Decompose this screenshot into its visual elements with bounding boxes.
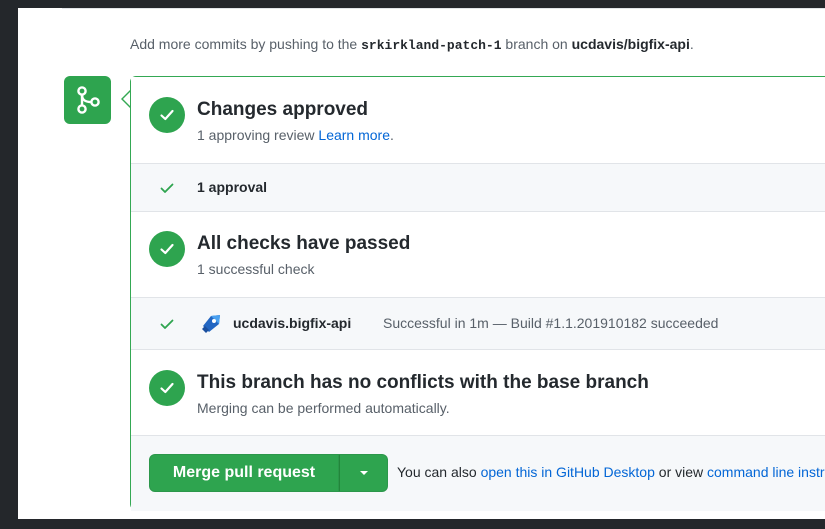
- check-row[interactable]: ucdavis.bigfix-api Successful in 1m — Bu…: [131, 298, 825, 350]
- check-icon: [160, 319, 174, 329]
- branch-name[interactable]: srkirkland-patch-1: [361, 38, 501, 53]
- merge-section: Merge pull request You can also open thi…: [131, 436, 825, 511]
- checks-passed-icon: [149, 231, 185, 267]
- checks-title: All checks have passed: [197, 233, 411, 254]
- approved-check-icon: [149, 97, 185, 133]
- conflicts-title: This branch has no conflicts with the ba…: [197, 372, 649, 393]
- merge-panel-page: Add more commits by pushing to the srkir…: [18, 8, 825, 519]
- merge-status-box: Changes approved 1 approving review Lear…: [130, 76, 825, 511]
- approval-row[interactable]: 1 approval: [131, 164, 825, 212]
- window-frame-bottom: [0, 519, 825, 529]
- no-conflicts-check-icon: [149, 370, 185, 406]
- command-line-link[interactable]: command line instructions: [707, 464, 825, 480]
- window-frame-top: [0, 0, 825, 8]
- merge-pull-request-button[interactable]: Merge pull request: [149, 454, 339, 492]
- review-title: Changes approved: [197, 99, 369, 120]
- conflicts-subtitle: Merging can be performed automatically.: [197, 400, 450, 416]
- review-subtitle: 1 approving review Learn more.: [197, 127, 394, 143]
- review-section: Changes approved 1 approving review Lear…: [131, 77, 825, 164]
- conflicts-section: This branch has no conflicts with the ba…: [131, 350, 825, 436]
- merge-options-dropdown[interactable]: [339, 454, 388, 492]
- divider: [62, 8, 825, 9]
- merge-alternatives-text: You can also open this in GitHub Desktop…: [397, 464, 825, 480]
- check-status: Successful in 1m — Build #1.1.201910182 …: [383, 315, 719, 331]
- caret-down-icon: [359, 471, 368, 475]
- push-hint: Add more commits by pushing to the srkir…: [130, 36, 694, 53]
- window-frame-left: [0, 0, 18, 529]
- check-icon: [160, 183, 174, 193]
- github-desktop-link[interactable]: open this in GitHub Desktop: [481, 464, 655, 480]
- learn-more-link[interactable]: Learn more: [318, 127, 390, 143]
- checks-section: All checks have passed 1 successful chec…: [131, 212, 825, 298]
- approval-count: 1 approval: [197, 179, 268, 195]
- azure-pipelines-icon: [202, 315, 220, 333]
- checks-subtitle: 1 successful check: [197, 261, 315, 277]
- check-name[interactable]: ucdavis.bigfix-api: [233, 315, 351, 331]
- git-merge-icon: [64, 76, 111, 124]
- repo-name[interactable]: ucdavis/bigfix-api: [572, 36, 690, 52]
- merge-button-group: Merge pull request: [149, 454, 388, 492]
